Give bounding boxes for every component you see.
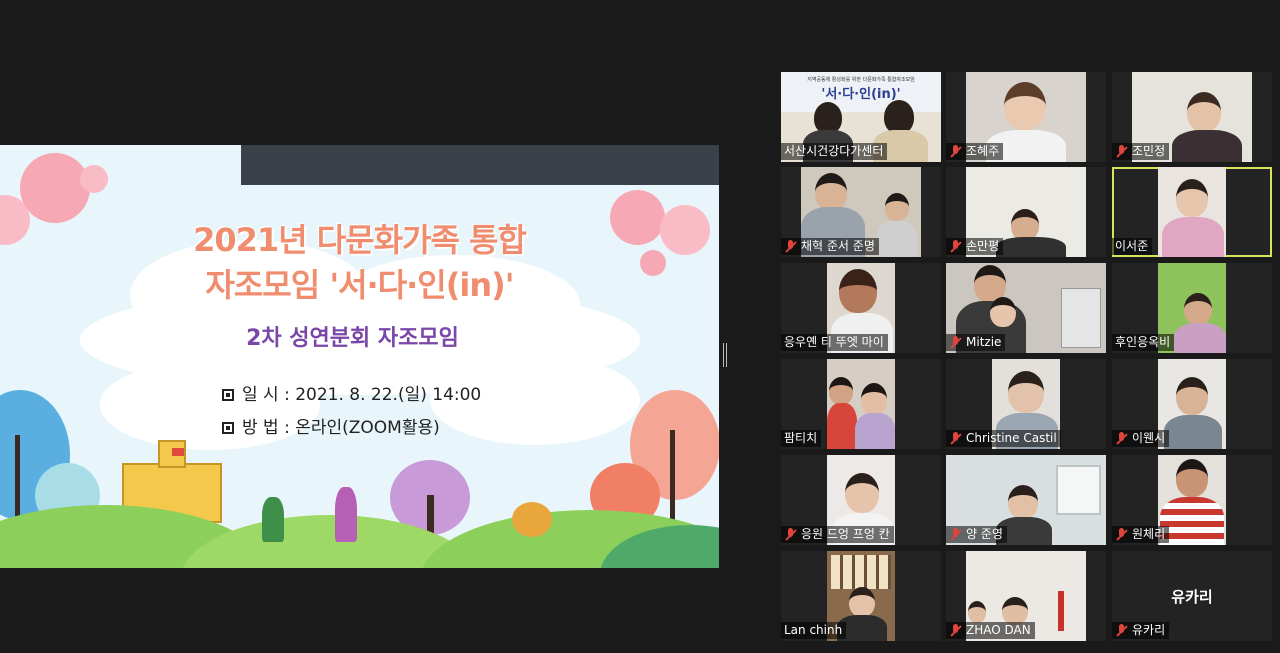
participant-tile[interactable]: 지역공동체 활성화를 위한 다문화가족 통합자조모임 '서·다·인(in)' 서… bbox=[781, 72, 941, 162]
participant-tile-active-speaker[interactable]: 이서준 bbox=[1112, 167, 1272, 257]
participant-name-bar: 팜티치 bbox=[781, 430, 822, 447]
participant-name: 조민정 bbox=[1132, 144, 1166, 158]
mic-muted-icon bbox=[949, 336, 962, 349]
checkbox-bullet-icon bbox=[222, 389, 234, 401]
checkbox-bullet-icon bbox=[222, 422, 234, 434]
slide-subtitle: 2차 성연분회 자조모임 bbox=[246, 326, 459, 351]
participant-name-bar: 후인응옥비 bbox=[1112, 334, 1175, 351]
participant-tile[interactable]: 응원 드엉 프엉 칸 bbox=[781, 455, 941, 545]
participant-name: Christine Castil bbox=[966, 431, 1057, 445]
participant-name-bar: 채혁 준서 준명 bbox=[781, 238, 879, 255]
participant-name: Mitzie bbox=[966, 335, 1002, 349]
mic-muted-icon bbox=[949, 240, 962, 253]
participant-name: 원체리 bbox=[1132, 527, 1166, 541]
lion-figure bbox=[512, 502, 552, 537]
mic-muted-icon bbox=[949, 145, 962, 158]
participant-tile[interactable]: 원체리 bbox=[1112, 455, 1272, 545]
participant-name-bar: 조민정 bbox=[1112, 143, 1170, 160]
participant-tile[interactable]: 채혁 준서 준명 bbox=[781, 167, 941, 257]
participant-tile[interactable]: 손만평 bbox=[946, 167, 1106, 257]
participant-tile[interactable]: Christine Castil bbox=[946, 359, 1106, 449]
mic-muted-icon bbox=[1115, 624, 1128, 637]
pc-tower bbox=[1061, 288, 1101, 348]
participant-name-bar: 서산시건강다가센터 bbox=[781, 143, 888, 160]
wall-decoration bbox=[1058, 591, 1064, 631]
banner-line-1: 지역공동체 활성화를 위한 다문화가족 통합자조모임 bbox=[807, 77, 915, 83]
participant-video bbox=[1158, 167, 1226, 257]
participant-tile-video-off[interactable]: 유카리 유카리 bbox=[1112, 551, 1272, 641]
mic-muted-icon bbox=[949, 432, 962, 445]
mic-muted-icon bbox=[784, 528, 797, 541]
shared-screen[interactable]: 2021년 다문화가족 통합 자조모임 '서·다·인(in)' 2차 성연분회 … bbox=[0, 145, 719, 568]
participant-tile[interactable]: 양 준영 bbox=[946, 455, 1106, 545]
shared-screen-top-bar bbox=[241, 145, 719, 185]
mic-muted-icon bbox=[784, 240, 797, 253]
participant-name-bar: Christine Castil bbox=[946, 430, 1061, 447]
participant-tile[interactable]: 팜티치 bbox=[781, 359, 941, 449]
participant-name: 양 준영 bbox=[966, 527, 1003, 541]
slide-info-method: 방 법 : 온라인(ZOOM활용) bbox=[222, 413, 440, 438]
participant-tile[interactable]: 조혜주 bbox=[946, 72, 1106, 162]
participant-name: 응우옌 티 뚜엣 마이 bbox=[784, 335, 884, 349]
participant-name: 응원 드엉 프엉 칸 bbox=[801, 527, 890, 541]
participant-name: 팜티치 bbox=[784, 431, 818, 445]
participant-name: 서산시건강다가센터 bbox=[784, 144, 884, 158]
participant-name-bar: Lan chinh bbox=[781, 622, 847, 639]
mic-muted-icon bbox=[1115, 528, 1128, 541]
child-figure bbox=[262, 497, 284, 542]
participant-name-bar: 양 준영 bbox=[946, 526, 1007, 543]
participant-name: ZHAO DAN bbox=[966, 623, 1031, 637]
participant-name: Lan chinh bbox=[784, 623, 843, 637]
banner-line-2: '서·다·인(in)' bbox=[821, 87, 901, 102]
mic-muted-icon bbox=[1115, 432, 1128, 445]
mic-muted-icon bbox=[949, 528, 962, 541]
participant-name-bar: 원체리 bbox=[1112, 526, 1170, 543]
participant-name-bar: 이서준 bbox=[1112, 238, 1153, 255]
participant-name: 손만평 bbox=[966, 239, 1000, 253]
split-view-drag-handle[interactable] bbox=[723, 343, 727, 367]
participant-tile[interactable]: 응우옌 티 뚜엣 마이 bbox=[781, 263, 941, 353]
mic-muted-icon bbox=[1115, 145, 1128, 158]
banner: 지역공동체 활성화를 위한 다문화가족 통합자조모임 '서·다·인(in)' bbox=[781, 72, 941, 112]
child-figure bbox=[335, 487, 357, 542]
photo-wall bbox=[831, 555, 891, 589]
blossom-decoration bbox=[20, 153, 90, 223]
participant-name-bar: 조혜주 bbox=[946, 143, 1004, 160]
participant-video bbox=[827, 359, 895, 449]
slide-info-datetime: 일 시 : 2021. 8. 22.(일) 14:00 bbox=[222, 380, 481, 405]
participant-name-bar: 손만평 bbox=[946, 238, 1004, 255]
zoom-meeting-window: 2021년 다문화가족 통합 자조모임 '서·다·인(in)' 2차 성연분회 … bbox=[0, 0, 1280, 653]
participant-name-bar: 응우옌 티 뚜엣 마이 bbox=[781, 334, 888, 351]
participant-name-bar: Mitzie bbox=[946, 334, 1006, 351]
slide-info-datetime-text: 일 시 : 2021. 8. 22.(일) 14:00 bbox=[242, 385, 482, 405]
participant-name-bar: ZHAO DAN bbox=[946, 622, 1035, 639]
participant-tile[interactable]: ZHAO DAN bbox=[946, 551, 1106, 641]
participant-tile[interactable]: 이웬시 bbox=[1112, 359, 1272, 449]
participant-name-bar: 유카리 bbox=[1112, 622, 1170, 639]
mic-muted-icon bbox=[949, 624, 962, 637]
participant-tile[interactable]: Lan chinh bbox=[781, 551, 941, 641]
participant-name: 이서준 bbox=[1115, 239, 1149, 253]
participant-tile[interactable]: Mitzie bbox=[946, 263, 1106, 353]
participant-name-bar: 이웬시 bbox=[1112, 430, 1170, 447]
participant-name: 조혜주 bbox=[966, 144, 1000, 158]
window bbox=[1056, 465, 1101, 515]
participant-tile[interactable]: 조민정 bbox=[1112, 72, 1272, 162]
participant-tile[interactable]: 후인응옥비 bbox=[1112, 263, 1272, 353]
slide-info-method-text: 방 법 : 온라인(ZOOM활용) bbox=[242, 418, 440, 438]
blossom-decoration bbox=[80, 165, 108, 193]
participant-name: 후인응옥비 bbox=[1115, 335, 1171, 349]
participant-name: 유카리 bbox=[1132, 623, 1166, 637]
participant-name: 채혁 준서 준명 bbox=[801, 239, 875, 253]
school-flag bbox=[172, 448, 184, 456]
participant-name-bar: 응원 드엉 프엉 칸 bbox=[781, 526, 894, 543]
participant-name: 이웬시 bbox=[1132, 431, 1166, 445]
slide-title-line-1: 2021년 다문화가족 통합 bbox=[193, 221, 527, 259]
slide-title-line-2: 자조모임 '서·다·인(in)' bbox=[205, 266, 514, 304]
